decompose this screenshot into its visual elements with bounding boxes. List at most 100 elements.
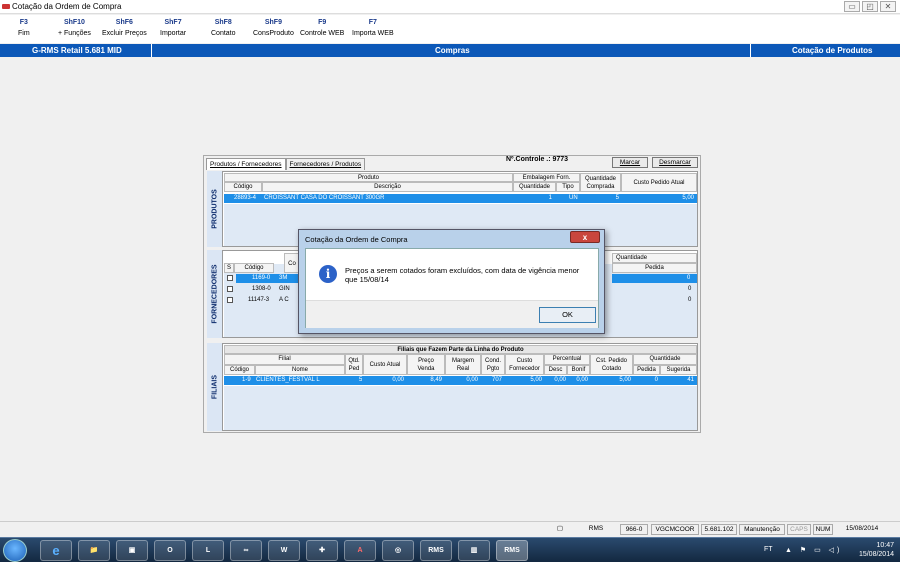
marcar-button[interactable]: Marcar [612,157,648,168]
cell-pedida: 0 [688,286,692,292]
cell-cond: 707 [491,377,502,383]
cell-pedida: 0 [688,297,692,303]
status-system: RMS [588,525,604,532]
fornecedor-row-selected[interactable]: 1169-0 3M [236,274,298,283]
cell-nome: 3M [279,275,288,281]
fkey-code: ShF8 [214,19,232,26]
lync-taskbar-button[interactable]: L [192,540,224,561]
window-taskbar-button[interactable]: ▥ [458,540,490,561]
rms-taskbar-button[interactable]: RMS [420,540,452,561]
col-cst-pedido-cotado: Cst. Pedido Cotado [590,354,633,375]
col-s: S [224,263,234,273]
col-desc: Desc [544,365,567,375]
fkey-code: ShF7 [164,19,182,26]
window-title: Cotação da Ordem de Compra [12,2,122,11]
fkey-importa-web[interactable]: F7 Importa WEB [352,19,394,37]
col-group-quantidade: Quantidade [633,354,697,365]
status-caps: CAPS [787,524,811,535]
dialog-title: Cotação da Ordem de Compra [305,235,408,244]
start-button[interactable] [3,539,27,562]
col-codigo: Código [234,263,274,273]
col-bonif: Bonif [567,365,590,375]
tab-bar: Produtos / Fornecedores Fornecedores / P… [206,158,366,170]
rms-active-taskbar-button[interactable]: RMS [496,540,528,561]
fornecedores-label-text: FORNECEDORES [211,264,218,324]
col-codigo: Código [224,365,255,375]
status-mode: Manutenção [739,524,785,535]
col-quantidade: Quantidade [513,182,556,192]
tray-language: FT [764,546,773,553]
fkey-label: Importar [160,30,187,37]
tab-produtos-fornecedores[interactable]: Produtos / Fornecedores [206,158,286,170]
filiais-label-text: FILIAIS [211,374,218,400]
cell-tipo: UN [569,195,578,201]
explorer-taskbar-button[interactable]: 📁 [78,540,110,561]
tab-fornecedores-produtos[interactable]: Fornecedores / Produtos [285,158,366,170]
cell-nome: CLIENTES_FESTVAL L [256,377,320,383]
cell-qtd-ped: 5 [359,377,363,383]
cell-quantidade: 1 [548,195,552,201]
fkey-contato[interactable]: ShF8 Contato [211,19,236,37]
col-quantidade-comprada: Quantidade Comprada [580,173,621,192]
app2-taskbar-button[interactable]: ◎ [382,540,414,561]
col-group-embalagem: Embalagem Forn. [513,173,580,182]
filiais-title: Filiais que Fazem Parte da Linha do Prod… [224,345,697,354]
tray-icons[interactable]: ▲ ⚑ ▭ ◁) [785,546,842,554]
dialog-close-button[interactable]: x [570,231,600,243]
col-group-percentual: Percentual [544,354,590,365]
cell-codigo: 1-9 [242,377,251,383]
maximize-button[interactable]: ◰ [862,1,878,12]
info-icon: i [319,265,337,283]
dialog-message: Preços a serem cotados foram excluídos, … [345,266,580,284]
ie-taskbar-button[interactable]: e [40,540,72,561]
minimize-button[interactable]: ▭ [844,1,860,12]
fornecedor-checkbox[interactable] [227,275,233,281]
acrobat-taskbar-button[interactable]: A [344,540,376,561]
cell-preco-venda: 8,49 [430,377,442,383]
cell-margem: 0,00 [466,377,478,383]
fkey-fim[interactable]: F3 Fim [18,19,30,37]
close-window-button[interactable]: ✕ [880,1,896,12]
printer-icon: ▢ [556,525,564,532]
outlook-taskbar-button[interactable]: O [154,540,186,561]
fornecedor-checkbox[interactable] [227,286,233,292]
col-custo-fornecedor: Custo Fornecedor [505,354,544,375]
status-bar: ▢ RMS 966-0 VGCMCOOR 5.681.102 Manutençã… [0,521,900,536]
fkey-code: ShF10 [63,19,85,26]
produtos-side-label: PRODUTOS [207,171,223,247]
status-user: VGCMCOOR [651,524,699,535]
fkey-consproduto[interactable]: ShF9 ConsProduto [253,19,294,37]
cell-cst-pedido: 5,00 [619,377,631,383]
col-sugerida: Sugerida [660,365,697,375]
status-code: 966-0 [620,524,648,535]
filial-row-selected[interactable]: 1-9 CLIENTES_FESTVAL L 5 0,00 8,49 0,00 … [224,376,697,385]
fkey-code: ShF6 [115,19,133,26]
fornecedor-checkbox[interactable] [227,297,233,303]
col-margem-real: Margem Real [445,354,481,375]
col-custo-atual: Custo Atual [363,354,407,375]
ok-button[interactable]: OK [539,307,596,323]
app-taskbar-button[interactable]: ∞ [230,540,262,561]
cell-custo: 5,00 [682,195,694,201]
fkey-excluir-precos[interactable]: ShF6 Excluir Preços [102,19,147,37]
desmarcar-button[interactable]: Desmarcar [652,157,698,168]
fornecedor-row-selected-pedida[interactable]: 0 [612,274,697,283]
fkey-code: F9 [318,19,327,26]
word-taskbar-button[interactable]: W [268,540,300,561]
fkey-importar[interactable]: ShF7 Importar [160,19,186,37]
cell-desc: 0,00 [554,377,566,383]
produto-row-selected[interactable]: 28893-4 CROISSANT CASA DO CROISSANT 300G… [224,194,697,203]
windows-taskbar: e 📁 ▣ O L ∞ W ✚ A ◎ RMS ▥ RMS FT ▲ ⚑ ▭ ◁… [0,537,900,562]
tool-taskbar-button[interactable]: ✚ [306,540,338,561]
col-qtd-ped: Qtd. Ped [345,354,363,375]
media-taskbar-button[interactable]: ▣ [116,540,148,561]
filiais-side-label: FILIAIS [207,343,223,431]
fkey-mais-funcoes[interactable]: ShF10 + Funções [58,19,91,37]
tray-time: 10:47 [876,542,894,549]
fkey-controle-web[interactable]: F9 Controle WEB [300,19,344,37]
function-key-toolbar: F3 Fim ShF10 + Funções ShF6 Excluir Preços … [0,15,900,43]
fkey-label: Fim [18,30,30,37]
cell-custo-fornecedor: 5,00 [530,377,542,383]
col-group-quantidade: Quantidade [612,253,697,263]
tray-clock[interactable]: 10:47 15/08/2014 [859,541,894,559]
